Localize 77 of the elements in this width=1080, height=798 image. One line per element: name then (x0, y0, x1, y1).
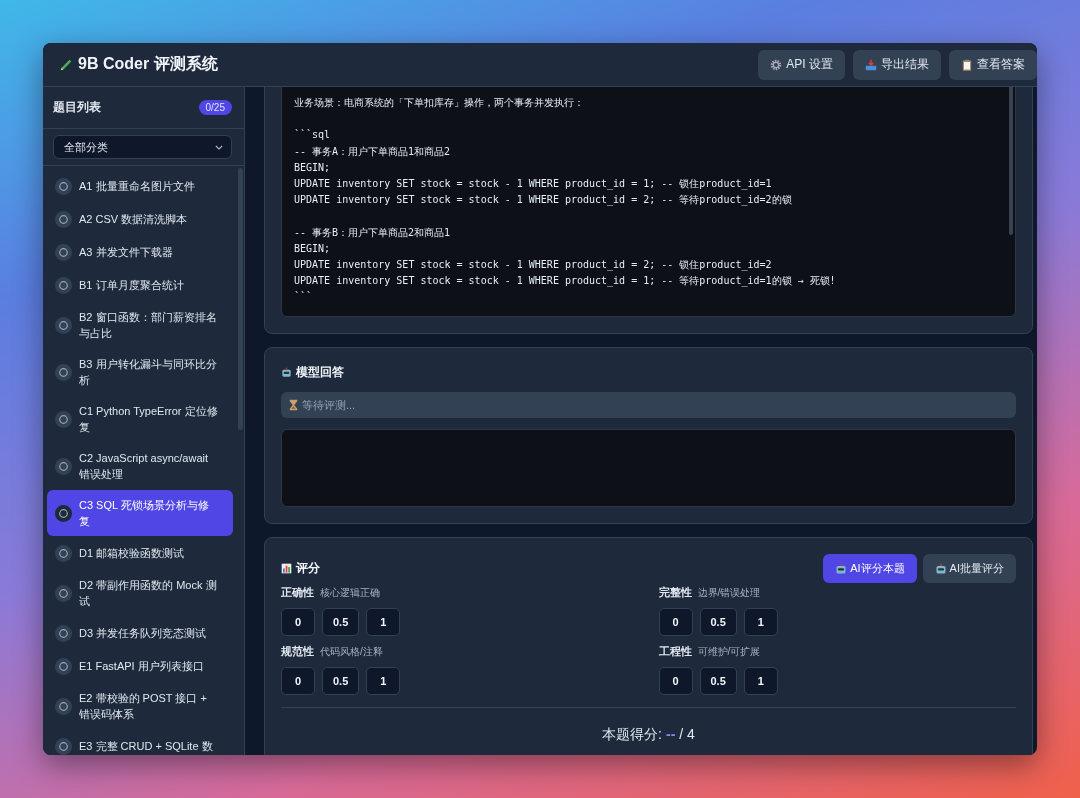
category-select[interactable]: 全部分类 (53, 135, 232, 159)
status-circle-icon (55, 243, 72, 261)
pencil-icon (59, 57, 73, 72)
ai-score-button[interactable]: AI评分本题 (823, 554, 917, 583)
score-option[interactable]: 0 (658, 667, 693, 695)
status-circle-icon (55, 584, 72, 602)
sidebar-title: 题目列表 (53, 99, 101, 116)
question-item[interactable]: D1 邮箱校验函数测试 (47, 537, 233, 569)
criterion-hint: 边界/错误处理 (697, 586, 761, 600)
status-circle-icon (55, 657, 72, 675)
status-circle-icon (55, 316, 72, 334)
question-item[interactable]: B1 订单月度聚合统计 (47, 269, 233, 301)
settings-icon (770, 58, 783, 71)
status-circle-icon (55, 276, 72, 294)
hourglass-icon (289, 399, 298, 411)
question-item[interactable]: C3 SQL 死锁场景分析与修复 (47, 490, 233, 536)
score-option[interactable]: 1 (366, 667, 401, 695)
score-option[interactable]: 0.5 (699, 608, 737, 636)
criterion-hint: 可维护/可扩展 (697, 645, 761, 659)
progress-badge: 0/25 (198, 100, 232, 115)
header-button[interactable]: API 设置 (758, 49, 845, 80)
app-title: 9B Coder 评测系统 (78, 54, 218, 74)
question-item[interactable]: B3 用户转化漏斗与同环比分析 (47, 349, 233, 395)
status-circle-icon (55, 544, 72, 562)
status-circle-icon (55, 457, 72, 475)
score-option[interactable]: 0 (281, 667, 315, 695)
question-item[interactable]: E1 FastAPI 用户列表接口 (47, 650, 233, 682)
chevron-down-icon (215, 144, 223, 150)
tray-icon (865, 58, 877, 71)
status-circle-icon (55, 210, 72, 228)
question-item[interactable]: D2 带副作用函数的 Mock 测试 (47, 570, 233, 616)
criterion-name: 规范性 (281, 644, 314, 659)
question-item[interactable]: C2 JavaScript async/await 错误处理 (47, 443, 233, 489)
header-button[interactable]: 导出结果 (853, 49, 941, 80)
header-button[interactable]: 查看答案 (949, 49, 1037, 80)
scrollbar[interactable] (238, 168, 243, 430)
question-item[interactable]: A1 批量重命名图片文件 (47, 170, 233, 202)
question-item[interactable]: C1 Python TypeError 定位修复 (47, 396, 233, 442)
score-option[interactable]: 1 (366, 608, 401, 636)
total-max: / 4 (679, 726, 695, 744)
question-item[interactable]: B2 窗口函数：部门薪资排名与占比 (47, 302, 233, 348)
question-item[interactable]: A2 CSV 数据清洗脚本 (47, 203, 233, 235)
bar-chart-icon (281, 563, 292, 574)
score-option[interactable]: 0.5 (322, 608, 360, 636)
status-circle-icon (55, 410, 72, 428)
total-label: 本题得分: (602, 726, 662, 744)
question-item[interactable]: E2 带校验的 POST 接口 + 错误码体系 (47, 683, 233, 729)
code-block: 业务场景：电商系统的「下单扣库存」操作，两个事务并发执行： ```sql -- 事务A：用户下单商品1和商品2 BEGIN; UPDATE inventory SET stock = stock - 1 WHERE product_id = 1; -- 锁住product_id=1 UPDATE inventory SET stock = stock - 1 WHERE product_id = 2; -- 等待product_id=2的锁 -- 事务B：用户下单商品2和商品1 BEGIN; UPDATE inventory SET stock = stock - 1 WHERE product_id = 2; -- 锁住product_id=2 UPDATE inventory SET stock = stock - 1 WHERE product_id = 1; -- 等待product_id=1的锁 → 死锁! ``` (281, 87, 1016, 317)
robot-icon (281, 367, 292, 378)
question-item[interactable]: D3 并发任务队列竞态测试 (47, 617, 233, 649)
status-circle-icon (55, 624, 72, 642)
criterion-name: 工程性 (658, 644, 692, 659)
score-option[interactable]: 0.5 (699, 667, 737, 695)
criterion-name: 正确性 (281, 585, 314, 600)
section-title: 评分 (296, 560, 320, 577)
criterion-name: 完整性 (658, 585, 692, 600)
total-score: -- (666, 726, 676, 744)
clipboard-icon (961, 58, 973, 71)
scrollbar[interactable] (1009, 87, 1013, 235)
status-circle-icon (55, 363, 72, 381)
criterion-hint: 代码风格/注释 (320, 645, 383, 659)
question-item[interactable]: A3 并发文件下载器 (47, 236, 233, 268)
score-option[interactable]: 0 (281, 608, 315, 636)
robot-icon (934, 562, 947, 575)
robot-icon (835, 562, 848, 575)
section-title: 模型回答 (296, 364, 344, 381)
score-option[interactable]: 1 (743, 667, 778, 695)
score-option[interactable]: 0.5 (322, 667, 360, 695)
status-circle-icon (55, 697, 72, 715)
status-circle-icon (55, 504, 72, 522)
score-option[interactable]: 1 (743, 608, 778, 636)
status-text: 等待评测... (302, 397, 356, 413)
criterion-hint: 核心逻辑正确 (320, 586, 380, 600)
question-item[interactable]: E3 完整 CRUD + SQLite 数 (47, 730, 233, 755)
status-circle-icon (55, 177, 72, 195)
score-option[interactable]: 0 (658, 608, 693, 636)
ai-score-button[interactable]: AI批量评分 (922, 554, 1016, 583)
